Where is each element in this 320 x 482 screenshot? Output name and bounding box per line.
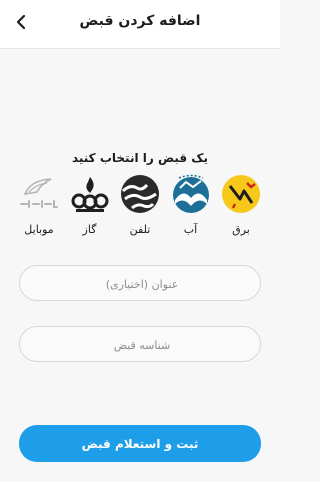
telephone-icon [118, 174, 162, 214]
bill-title-input[interactable] [20, 266, 264, 302]
gas-icon [68, 174, 112, 214]
submit-inquiry-label: ثبت و استعلام قبض [81, 436, 199, 451]
mobile-icon [17, 174, 61, 214]
submit-inquiry-button[interactable]: ثبت و استعلام قبض [19, 425, 261, 462]
bill-option-electricity[interactable]: برق [218, 174, 264, 236]
electricity-icon [219, 174, 263, 214]
bill-option-mobile[interactable]: موبایل [16, 174, 62, 236]
bill-option-label: آب [183, 223, 198, 236]
bill-id-input[interactable] [20, 327, 264, 363]
bill-option-label: موبایل [24, 223, 54, 236]
bill-id-field[interactable] [19, 326, 264, 363]
bill-option-gas[interactable]: گاز [67, 174, 113, 236]
choose-bill-heading: یک قبض را انتخاب کنید [71, 151, 209, 165]
bill-option-water[interactable]: آب [168, 174, 214, 236]
bill-option-label: تلفن [129, 223, 151, 236]
bill-option-telephone[interactable]: تلفن [117, 174, 163, 236]
bill-option-label: گاز [82, 223, 97, 236]
page-title: اضافه کردن قبض [79, 13, 201, 29]
bill-title-field[interactable] [19, 265, 264, 302]
water-icon [169, 174, 213, 214]
bill-option-label: برق [232, 223, 250, 236]
bill-type-list: برق آب تلفن گاز موبایل [10, 174, 270, 236]
app-header: اضافه کردن قبض [0, 0, 280, 49]
